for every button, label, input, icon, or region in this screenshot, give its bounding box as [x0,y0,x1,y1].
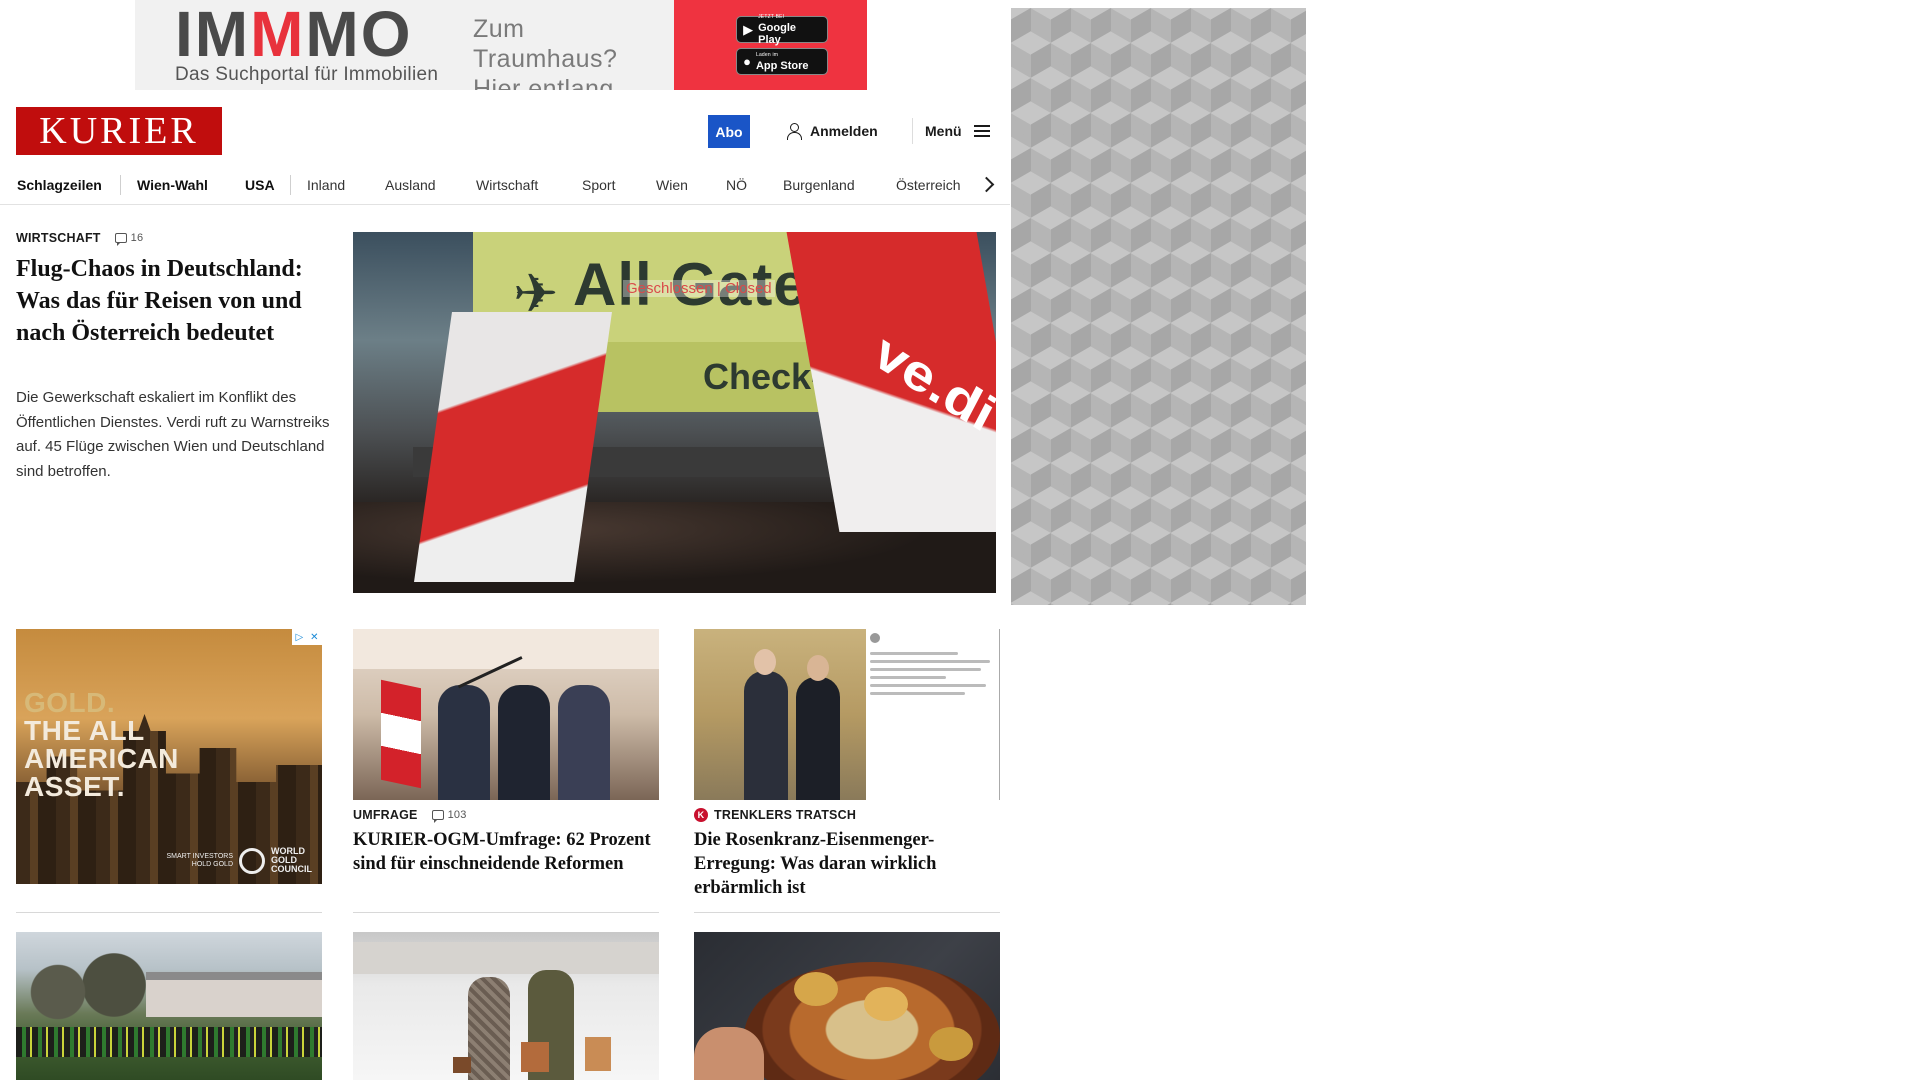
login-label: Anmelden [810,123,878,139]
comment-icon [114,233,127,246]
card-headline[interactable]: KURIER-OGM-Umfrage: 62 Prozent sind für … [353,828,653,876]
card-category[interactable]: Trenklers Tratsch [714,808,856,822]
immmo-tagline: Das Suchportal für Immobilien [175,64,439,85]
menu-button[interactable]: Menü [925,120,990,142]
card-headline[interactable]: Die Rosenkranz-Eisenmenger-Erregung: Was… [694,828,994,900]
app-store-badge[interactable]: ● Laden im App Store [736,48,829,75]
tweet-line [870,668,981,671]
abo-button[interactable]: Abo [708,115,750,148]
food-plate [744,962,1000,1080]
lead-teaser: Die Gewerkschaft eskaliert im Konflikt d… [16,389,330,480]
apple-icon: ● [743,54,751,69]
potato [864,987,908,1021]
google-play-badge[interactable]: ▶ JETZT BEI Google Play [736,14,829,46]
nav-item-wien[interactable]: Wien [656,165,688,205]
nav-item-sport[interactable]: Sport [582,165,615,205]
suitcase [453,1057,471,1073]
kurier-k-icon: K [694,808,708,822]
user-icon [786,122,802,140]
section-nav: Schlagzeilen Wien-Wahl USA Inland Auslan… [0,165,1010,205]
site-header: KURIER Abo Anmelden Menü [0,100,1005,162]
tweet-line [870,692,965,695]
handshake-photo [694,629,866,800]
nav-divider [120,175,121,195]
nav-item-burgenland[interactable]: Burgenland [783,165,855,205]
login-button[interactable]: Anmelden [786,120,878,142]
ad-close-icon[interactable]: ✕ [310,632,318,643]
head-left [754,649,776,675]
wgc-ring-icon [239,847,265,874]
comment-icon [431,810,444,823]
tweet-line [870,652,959,655]
suitcase [521,1042,549,1072]
nav-item-ausland[interactable]: Ausland [385,165,436,205]
lead-headline[interactable]: Flug-Chaos in Deutschland: Was das für R… [16,253,326,349]
verdi-flag-right: ve.di [786,232,996,532]
card-comment-count[interactable]: 103 [431,809,467,823]
stadium-stand [146,972,322,1017]
top-ad-banner[interactable]: IMMMO Das Suchportal für Immobilien Zum … [135,0,867,90]
gold-ad[interactable]: GOLD. THE ALL AMERICAN ASSET. SMART INVE… [16,629,322,884]
gold-ad-headline: GOLD. THE ALL AMERICAN ASSET. [24,687,179,802]
politician [558,685,610,800]
person-left [744,671,788,800]
tweet-screenshot [870,633,996,723]
card-kicker: K Trenklers Tratsch [694,808,856,822]
card-image-snow[interactable] [353,932,659,1080]
tweet-line [870,676,946,679]
nav-item-wien-wahl[interactable]: Wien-Wahl [137,165,208,205]
trees [16,950,156,1020]
adchoices-play-icon: ▷ [295,631,304,643]
card-image-stadium[interactable] [16,932,322,1080]
adchoices-icon[interactable]: ▷ ✕ [292,629,322,645]
tweet-avatar [870,633,880,643]
immmo-claim: Zum Traumhaus? Hier entlang. [473,15,622,90]
kurier-logo[interactable]: KURIER [16,107,222,155]
menu-label: Menü [925,123,962,139]
lead-image[interactable]: ✈ All Gates Geschlossen | Closed Check-i… [353,232,996,593]
google-play-icon: ▶ [743,22,754,37]
immmo-store-panel: ▶ JETZT BEI Google Play ● Laden im App Sto… [674,0,867,90]
austrian-flag [381,679,421,789]
nav-item-inland[interactable]: Inland [307,165,345,205]
tweet-line [870,660,990,663]
lead-kicker: Wirtschaft 16 [16,231,144,246]
potato [929,1027,973,1061]
tweet-line [870,684,986,687]
world-gold-council-logo: SMART INVESTORS HOLD GOLD WORLD GOLD COUNCI… [166,846,312,874]
nav-item-wirtschaft[interactable]: Wirtschaft [476,165,538,205]
card-image-food[interactable] [694,932,1000,1080]
verdi-flag-text: ve.di [865,323,996,443]
card-category[interactable]: Umfrage [353,808,418,822]
lead-comment-count[interactable]: 16 [114,232,144,246]
immmo-ad-brand: IMMMO Das Suchportal für Immobilien Zum … [135,0,674,90]
card-divider [694,912,1000,913]
card-image-umfrage[interactable] [353,629,659,800]
nav-divider [290,175,291,195]
fans-crowd [16,1027,322,1057]
skyscraper-ad[interactable] [1011,8,1306,605]
nav-item-schlagzeilen[interactable]: Schlagzeilen [17,165,102,205]
hamburger-icon [973,125,990,137]
hand [694,1027,764,1080]
person-right [796,677,840,800]
lead-category[interactable]: Wirtschaft [16,231,101,245]
card-image-trenkler[interactable] [694,629,1000,800]
train-station [353,942,659,974]
head-right [807,655,829,681]
nav-next-chevron-icon[interactable] [978,175,998,195]
card-divider [16,912,322,913]
potato [794,972,838,1006]
card-divider [353,912,659,913]
person-elderly [468,977,510,1080]
nav-item-noe[interactable]: NÖ [726,165,747,205]
header-divider [912,118,913,144]
card-kicker: Umfrage 103 [353,808,467,823]
nav-item-oesterreich[interactable]: Österreich [896,165,961,205]
suitcase [585,1037,611,1071]
nav-item-usa[interactable]: USA [245,165,275,205]
sign-closed-text: Geschlossen | Closed [623,280,775,297]
immmo-logo: IMMMO [175,0,413,70]
